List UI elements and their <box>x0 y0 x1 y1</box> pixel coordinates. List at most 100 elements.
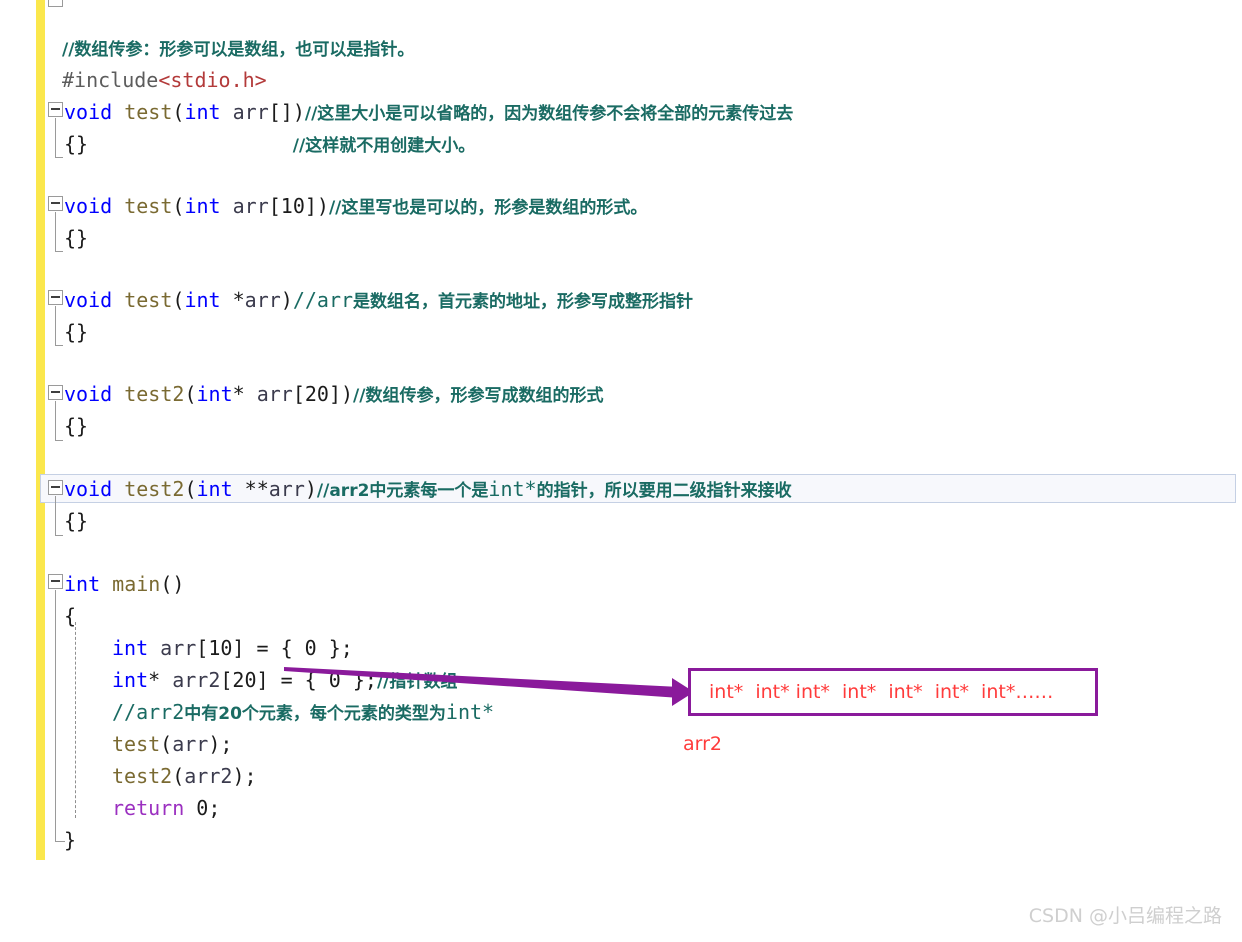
open-brace: { <box>64 604 77 628</box>
fold-toggle-icon-test-arr10[interactable] <box>48 196 63 211</box>
comment-arr-is-name: 是数组名，首元素的地址，形参写成整形指针 <box>353 292 694 312</box>
function-name-test: test <box>124 194 173 218</box>
keyword-int: int <box>64 572 101 596</box>
function-name-test2: test2 <box>124 382 185 406</box>
fold-bracket-foot <box>55 345 63 346</box>
fold-bracket-line <box>55 306 56 346</box>
code-line-25[interactable]: return 0; <box>112 792 220 824</box>
double-pointer-star: ** <box>244 477 269 501</box>
comment-array-passing: //数组传参：形参可以是数组，也可以是指针。 <box>62 40 415 60</box>
paren-close-semi: ); <box>208 732 233 756</box>
code-line-18-main[interactable]: int main() <box>64 568 184 600</box>
paren-close: ) <box>280 288 293 312</box>
fold-bracket-line <box>55 212 56 252</box>
fold-toggle-icon-test-ptr[interactable] <box>48 290 63 305</box>
paren-open: ( <box>184 382 197 406</box>
code-line-19[interactable]: { <box>64 600 76 632</box>
code-line-22[interactable]: //arr2中有20个元素，每个元素的类型为int* <box>112 696 494 728</box>
comment-arr2-a: //arr2 <box>112 700 185 724</box>
call-test2: test2 <box>112 764 173 788</box>
code-line-4[interactable]: {} //这样就不用创建大小。 <box>64 128 475 160</box>
code-line-23[interactable]: test(arr); <box>112 728 232 760</box>
fold-bracket-line <box>55 401 56 441</box>
identifier-arr: arr <box>172 732 209 756</box>
identifier-arr2: arr2 <box>172 668 221 692</box>
keyword-return: return <box>112 796 185 820</box>
keyword-int: int <box>184 194 221 218</box>
function-name-main: main <box>112 572 161 596</box>
function-name-test2: test2 <box>124 477 185 501</box>
paren-open: ( <box>184 477 197 501</box>
comment-size-omittable: //这里大小是可以省略的，因为数组传参不会将全部的元素传过去 <box>304 104 794 124</box>
fold-toggle-icon-test2-pp[interactable] <box>48 480 63 495</box>
indent-guide <box>75 622 76 818</box>
csdn-watermark: CSDN @小吕编程之路 <box>1028 905 1222 927</box>
identifier-arr: arr <box>256 382 293 406</box>
code-surface[interactable]: //数组传参：形参可以是数组，也可以是指针。 #include<stdio.h>… <box>0 0 1242 862</box>
keyword-int: int <box>112 668 149 692</box>
fold-toggle-icon-test-arr[interactable] <box>48 102 63 117</box>
fold-bracket-foot <box>55 157 63 158</box>
empty-body-braces: {} <box>64 320 89 344</box>
comment-arr2-b: 中有20个元素，每个元素的类型为 <box>184 704 446 724</box>
empty-body-braces: {} <box>64 226 89 250</box>
fold-bracket-line <box>55 118 56 158</box>
code-line-3[interactable]: void test(int arr[])//这里大小是可以省略的，因为数组传参不… <box>64 96 793 128</box>
array-init: [10] = { 0 }; <box>196 636 353 660</box>
comment-pp-int-star: int* <box>488 477 537 501</box>
code-line-12[interactable]: void test2(int* arr[20])//数组传参，形参写成数组的形式 <box>64 378 603 410</box>
keyword-int: int <box>112 636 149 660</box>
comment-arr-prefix: //arr <box>292 288 354 312</box>
comment-no-need-size: //这样就不用创建大小。 <box>292 136 476 156</box>
paren-open: ( <box>172 100 185 124</box>
code-line-10[interactable]: {} <box>64 316 88 348</box>
code-line-7[interactable]: {} <box>64 222 88 254</box>
comment-pp-c: 的指针，所以要用二级指针来接收 <box>536 481 792 501</box>
identifier-arr: arr <box>232 100 269 124</box>
code-line-24[interactable]: test2(arr2); <box>112 760 257 792</box>
code-line-13[interactable]: {} <box>64 410 88 442</box>
array-brackets: [10]) <box>268 194 329 218</box>
comment-pointer-array: //指针数组 <box>376 672 458 692</box>
fold-toggle-icon-test2-arr20[interactable] <box>48 385 63 400</box>
return-value: 0; <box>196 796 221 820</box>
code-editor-canvas[interactable]: //数组传参：形参可以是数组，也可以是指针。 #include<stdio.h>… <box>0 0 1242 942</box>
empty-body-braces: {} <box>64 414 89 438</box>
code-line-26[interactable]: } <box>64 824 76 856</box>
code-line-2[interactable]: #include<stdio.h> <box>62 64 267 96</box>
fold-bracket-line <box>55 496 56 536</box>
empty-body-braces: {} <box>64 132 293 156</box>
keyword-int: int <box>184 288 221 312</box>
code-line-20[interactable]: int arr[10] = { 0 }; <box>112 632 353 664</box>
keyword-void: void <box>64 288 113 312</box>
code-line-16[interactable]: {} <box>64 505 88 537</box>
comment-array-param-form: //数组传参，形参写成数组的形式 <box>353 386 604 406</box>
preprocessor-directive: #include <box>62 68 159 92</box>
keyword-void: void <box>64 100 113 124</box>
code-line-15-current[interactable]: void test2(int **arr)//arr2中元素每一个是int*的指… <box>64 473 792 505</box>
code-line-6[interactable]: void test(int arr[10])//这里写也是可以的，形参是数组的形… <box>64 190 647 222</box>
fold-toggle-icon-main[interactable] <box>48 574 63 589</box>
keyword-void: void <box>64 477 113 501</box>
paren-open: ( <box>172 194 185 218</box>
paren-pair: () <box>160 572 185 596</box>
code-line-1[interactable]: //数组传参：形参可以是数组，也可以是指针。 <box>62 32 414 64</box>
keyword-int: int <box>184 100 221 124</box>
identifier-arr: arr <box>160 636 197 660</box>
fold-toggle-icon-top[interactable] <box>48 0 63 7</box>
keyword-int: int <box>196 382 233 406</box>
code-line-9[interactable]: void test(int *arr)//arr是数组名，首元素的地址，形参写成… <box>64 284 693 316</box>
function-name-test: test <box>124 288 173 312</box>
empty-body-braces: {} <box>64 509 89 533</box>
call-test: test <box>112 732 161 756</box>
code-line-21[interactable]: int* arr2[20] = { 0 };//指针数组 <box>112 664 457 696</box>
keyword-int: int <box>196 477 233 501</box>
array-brackets: [20]) <box>292 382 354 406</box>
